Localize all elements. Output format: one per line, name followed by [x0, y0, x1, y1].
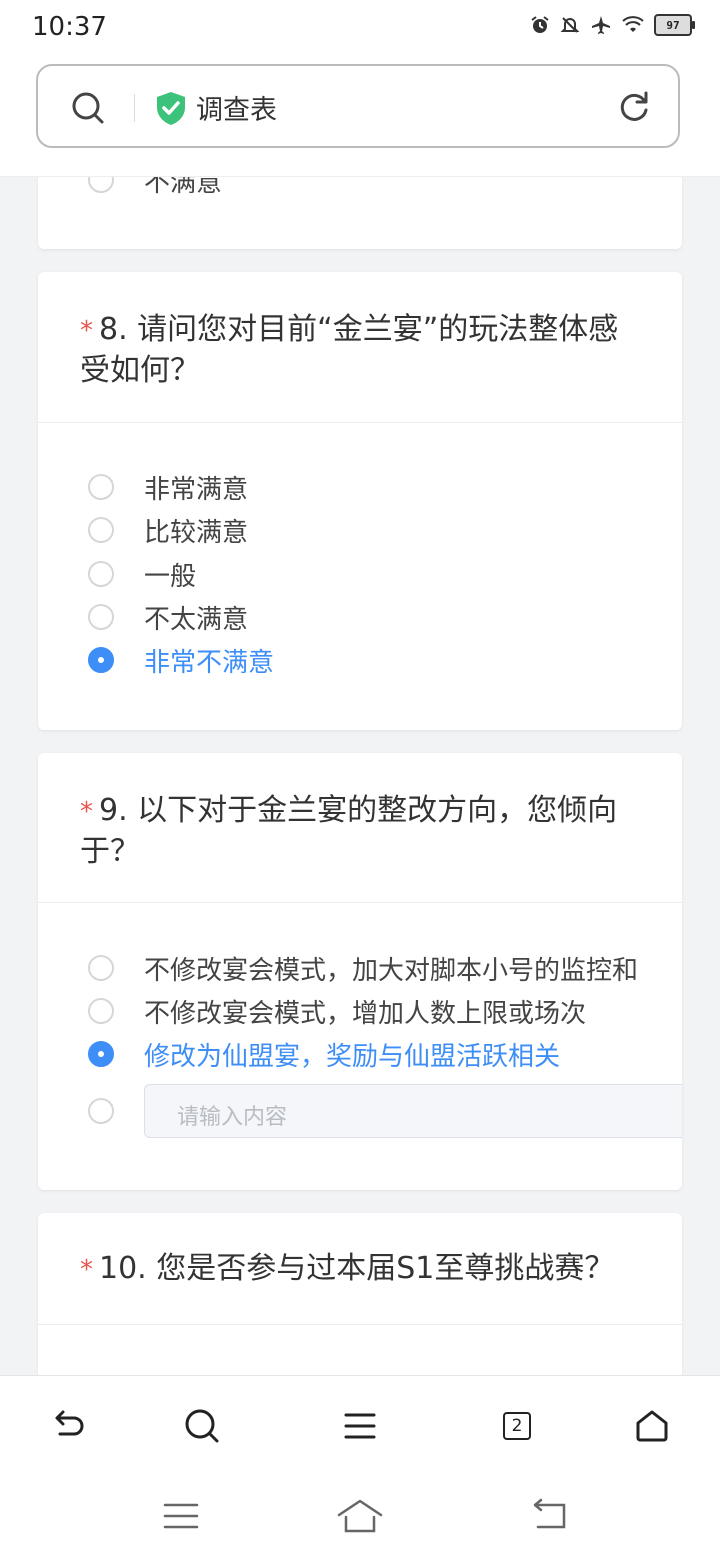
radio-button[interactable] [88, 604, 114, 630]
battery-icon: 97 [654, 14, 695, 36]
refresh-icon[interactable] [616, 88, 652, 124]
status-bar: 10:37 97 [0, 0, 720, 56]
other-text-input[interactable]: 请输入内容 [144, 1084, 682, 1138]
radio-button-checked[interactable] [88, 1041, 114, 1067]
radio-button-checked[interactable] [88, 647, 114, 673]
wifi-icon [622, 16, 644, 32]
option-label: 不修改宴会模式，加大对脚本小号的监控和 [144, 955, 639, 986]
question-title: * 10. 您是否参与过本届S1至尊挑战赛？ [80, 1249, 634, 1290]
question-title: * 9. 以下对于金兰宴的整改方向，您倾向于？ [80, 791, 634, 872]
question-number: 10. [99, 1251, 147, 1286]
notifications-off-icon [560, 17, 580, 33]
radio-button[interactable] [88, 998, 114, 1024]
option-item-other[interactable] [88, 1091, 114, 1131]
search-icon[interactable] [70, 90, 106, 126]
option-item[interactable]: 不修改宴会模式，加大对脚本小号的监控和 [88, 948, 638, 988]
home-icon [636, 1410, 668, 1442]
back-button[interactable] [46, 1404, 90, 1448]
question-title: * 8. 请问您对目前“金兰宴”的玩法整体感受如何？ [80, 310, 634, 391]
search-icon [185, 1409, 219, 1443]
required-mark: * [80, 316, 93, 346]
radio-button[interactable] [88, 561, 114, 587]
question-card-8: * 8. 请问您对目前“金兰宴”的玩法整体感受如何？ 非常满意 比较满意 一般 不… [38, 272, 682, 730]
browser-header: 调查表 [0, 56, 720, 177]
radio-button[interactable] [88, 517, 114, 543]
option-item-selected[interactable]: 非常不满意 [88, 640, 274, 680]
option-label: 非常满意 [144, 474, 249, 505]
browser-toolbar: 2 [0, 1375, 720, 1476]
divider [38, 1324, 682, 1325]
option-label: 不修改宴会模式，增加人数上限或场次 [144, 998, 587, 1029]
home-button[interactable] [630, 1404, 674, 1448]
option-label: 修改为仙盟宴，奖励与仙盟活跃相关 [144, 1041, 561, 1072]
option-label: 不太满意 [144, 604, 249, 635]
recent-apps-icon[interactable] [162, 1497, 200, 1535]
radio-button[interactable] [88, 1098, 114, 1124]
question-card-10: * 10. 您是否参与过本届S1至尊挑战赛？ [38, 1213, 682, 1375]
radio-button[interactable] [88, 177, 114, 193]
radio-button[interactable] [88, 955, 114, 981]
option-label: 非常不满意 [144, 647, 275, 678]
radio-button[interactable] [88, 474, 114, 500]
question-card-9: * 9. 以下对于金兰宴的整改方向，您倾向于？ 不修改宴会模式，加大对脚本小号的监… [38, 753, 682, 1190]
back-icon [55, 1410, 84, 1436]
alarm-icon [531, 16, 549, 33]
menu-icon [344, 1413, 376, 1439]
question-number: 9. [99, 793, 128, 828]
survey-content[interactable]: 不满意 * 8. 请问您对目前“金兰宴”的玩法整体感受如何？ 非常满意 比较满意 … [0, 177, 720, 1375]
option-item[interactable]: 非常满意 [88, 467, 248, 507]
question-number: 8. [99, 312, 128, 347]
status-icons: 97 [530, 14, 695, 36]
option-label: 一般 [144, 561, 197, 592]
airplane-icon [592, 16, 610, 34]
menu-button[interactable] [338, 1404, 382, 1448]
option-item[interactable]: 不满意 [88, 177, 222, 200]
address-bar[interactable]: 调查表 [36, 64, 680, 148]
page-title: 调查表 [196, 95, 277, 126]
question-text: 请问您对目前“金兰宴”的玩法整体感受如何？ [80, 312, 619, 388]
option-label: 不满意 [144, 177, 223, 198]
system-navbar [0, 1475, 720, 1560]
option-label: 比较满意 [144, 517, 249, 548]
search-button[interactable] [180, 1404, 224, 1448]
question-card-7: 不满意 [38, 177, 682, 249]
option-item[interactable]: 比较满意 [88, 510, 248, 550]
shield-check-icon [157, 92, 185, 125]
tabs-icon: 2 [503, 1412, 531, 1440]
divider [38, 422, 682, 423]
home-icon[interactable] [336, 1497, 384, 1537]
required-mark: * [80, 797, 93, 827]
divider [38, 902, 682, 903]
required-mark: * [80, 1255, 93, 1285]
tabs-button[interactable]: 2 [495, 1404, 539, 1448]
address-divider [134, 94, 135, 122]
back-icon[interactable] [528, 1497, 568, 1535]
option-item[interactable]: 一般 [88, 554, 196, 594]
option-item-selected[interactable]: 修改为仙盟宴，奖励与仙盟活跃相关 [88, 1034, 560, 1074]
option-item[interactable]: 不太满意 [88, 597, 248, 637]
question-text: 您是否参与过本届S1至尊挑战赛？ [156, 1251, 615, 1286]
question-text: 以下对于金兰宴的整改方向，您倾向于？ [80, 793, 618, 869]
option-item[interactable]: 不修改宴会模式，增加人数上限或场次 [88, 991, 586, 1031]
status-time: 10:37 [32, 12, 107, 42]
